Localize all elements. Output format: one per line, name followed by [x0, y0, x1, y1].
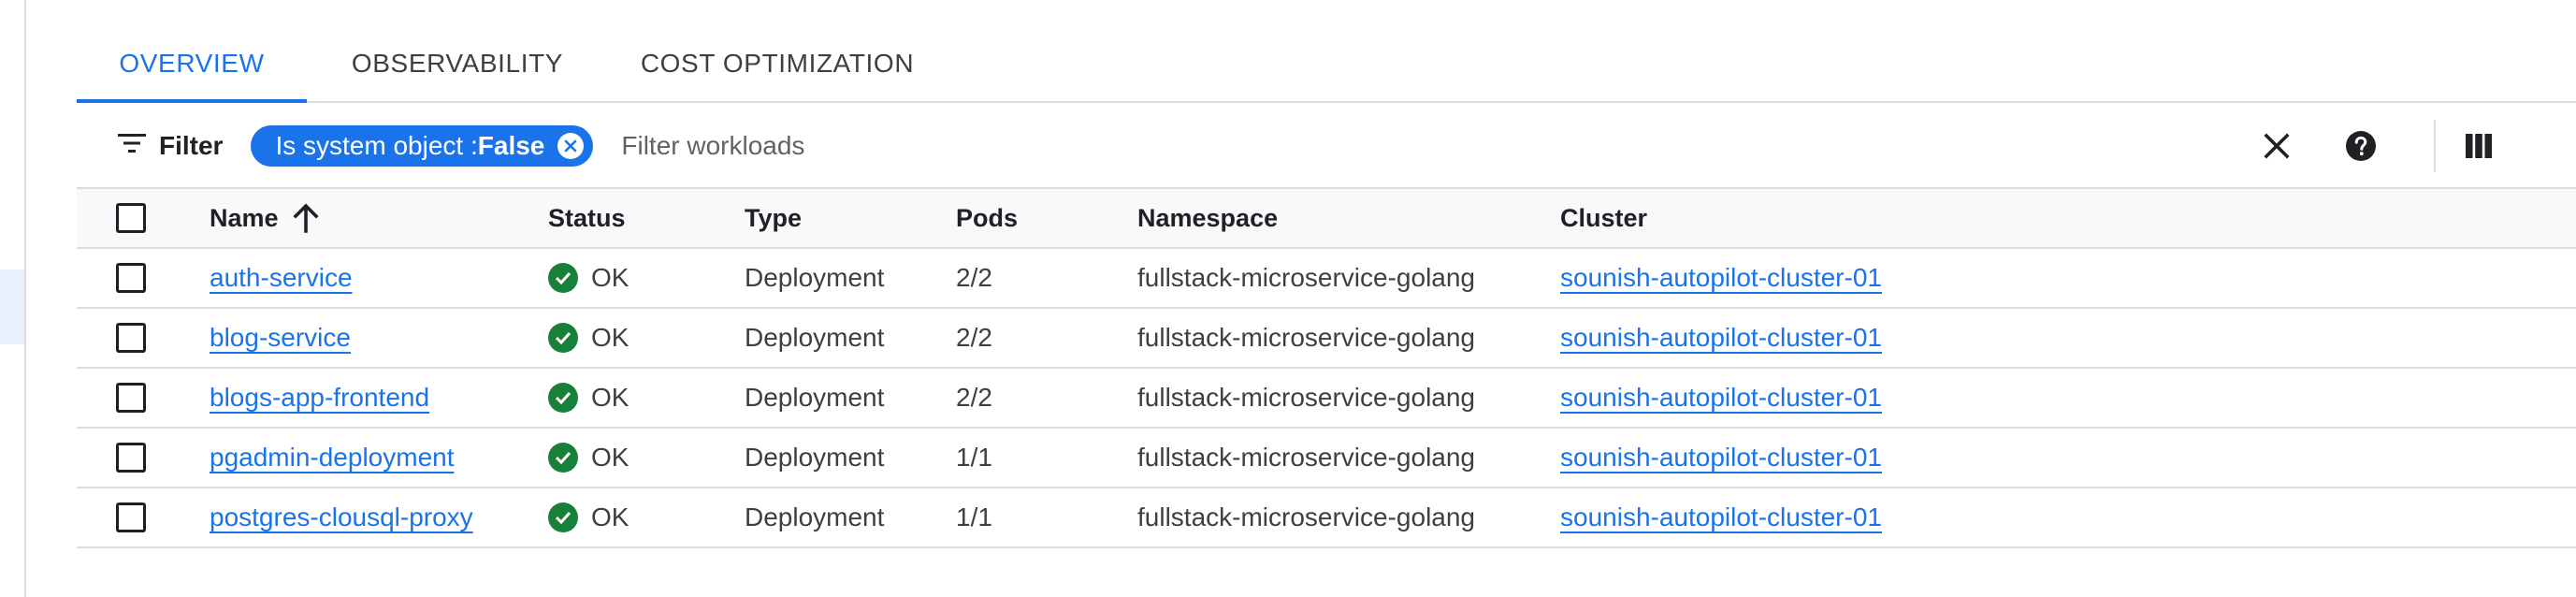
namespace-cell: fullstack-microservice-golang	[1137, 383, 1476, 412]
pods-cell: 1/1	[956, 502, 992, 531]
cluster-link[interactable]: sounish-autopilot-cluster-01	[1560, 383, 1882, 413]
workloads-table: Name Status Type Pods Namespace Cluster …	[77, 187, 2576, 548]
filter-lines-icon	[118, 131, 159, 161]
row-checkbox[interactable]	[116, 323, 146, 353]
workload-name-link[interactable]: pgadmin-deployment	[210, 443, 455, 473]
workload-name-cell: blogs-app-frontend	[210, 369, 429, 427]
column-header-type[interactable]: Type	[745, 189, 802, 247]
column-header-namespace[interactable]: Namespace	[1137, 189, 1278, 247]
workload-name-cell: blog-service	[210, 309, 351, 367]
check-circle-icon	[548, 383, 578, 413]
pods-cell: 2/2	[956, 263, 992, 292]
close-circle-icon[interactable]	[557, 133, 585, 159]
nav-selected-indicator	[0, 269, 24, 344]
cluster-cell: sounish-autopilot-cluster-01	[1560, 309, 1882, 367]
filter-toolbar: Filter Is system object : False	[77, 105, 2576, 187]
status-cell: OK	[548, 249, 629, 307]
type-cell: Deployment	[745, 323, 885, 352]
filter-chip-key: Is system object :	[275, 131, 478, 160]
tab-bar: OVERVIEW OBSERVABILITY COST OPTIMIZATION	[77, 26, 2576, 103]
filter-chip-system-object[interactable]: Is system object : False	[251, 125, 594, 167]
cluster-link[interactable]: sounish-autopilot-cluster-01	[1560, 263, 1882, 293]
filter-workloads-input[interactable]	[621, 125, 1932, 167]
workload-name-cell: pgadmin-deployment	[210, 429, 455, 487]
row-checkbox[interactable]	[116, 263, 146, 293]
toolbar-divider	[2434, 120, 2436, 172]
status-cell: OK	[548, 369, 629, 427]
tab-cost-optimization[interactable]: COST OPTIMIZATION	[608, 26, 947, 101]
table-row: blog-service OK Deployment 2/2 fullstack…	[77, 309, 2576, 369]
tab-overview[interactable]: OVERVIEW	[77, 26, 307, 103]
cluster-link[interactable]: sounish-autopilot-cluster-01	[1560, 443, 1882, 473]
row-checkbox[interactable]	[116, 383, 146, 413]
type-cell: Deployment	[745, 502, 885, 531]
workload-name-cell: auth-service	[210, 249, 353, 307]
table-row: blogs-app-frontend OK Deployment 2/2 ful…	[77, 369, 2576, 429]
arrow-up-icon[interactable]	[292, 203, 320, 233]
filter-button[interactable]: Filter	[118, 131, 223, 161]
column-header-status[interactable]: Status	[548, 189, 626, 247]
row-select-cell	[116, 429, 146, 487]
workloads-page: OVERVIEW OBSERVABILITY COST OPTIMIZATION…	[0, 0, 2576, 597]
pods-cell: 2/2	[956, 323, 992, 352]
namespace-cell: fullstack-microservice-golang	[1137, 263, 1476, 292]
table-header-row: Name Status Type Pods Namespace Cluster	[77, 187, 2576, 249]
row-select-cell	[116, 488, 146, 546]
column-header-name-label: Name	[210, 203, 279, 232]
workload-name-cell: postgres-clousql-proxy	[210, 488, 473, 546]
cluster-link[interactable]: sounish-autopilot-cluster-01	[1560, 323, 1882, 353]
workload-name-link[interactable]: blogs-app-frontend	[210, 383, 429, 413]
filter-chip-value: False	[477, 131, 545, 160]
status-text: OK	[591, 323, 630, 352]
table-row: pgadmin-deployment OK Deployment 1/1 ful…	[77, 429, 2576, 488]
check-circle-icon	[548, 323, 578, 353]
cluster-cell: sounish-autopilot-cluster-01	[1560, 369, 1882, 427]
row-checkbox[interactable]	[116, 443, 146, 473]
select-all-checkbox[interactable]	[116, 203, 146, 233]
type-cell: Deployment	[745, 263, 885, 292]
column-header-pods[interactable]: Pods	[956, 189, 1018, 247]
select-all-cell	[116, 189, 146, 247]
namespace-cell: fullstack-microservice-golang	[1137, 323, 1476, 352]
status-cell: OK	[548, 309, 629, 367]
status-cell: OK	[548, 488, 629, 546]
row-select-cell	[116, 309, 146, 367]
status-cell: OK	[548, 429, 629, 487]
namespace-cell: fullstack-microservice-golang	[1137, 502, 1476, 531]
close-icon[interactable]	[2256, 125, 2297, 167]
column-header-name[interactable]: Name	[210, 189, 320, 247]
cluster-cell: sounish-autopilot-cluster-01	[1560, 429, 1882, 487]
type-cell: Deployment	[745, 443, 885, 472]
row-select-cell	[116, 369, 146, 427]
check-circle-icon	[548, 263, 578, 293]
check-circle-icon	[548, 443, 578, 473]
table-row: postgres-clousql-proxy OK Deployment 1/1…	[77, 488, 2576, 548]
status-text: OK	[591, 383, 630, 412]
status-text: OK	[591, 263, 630, 292]
row-select-cell	[116, 249, 146, 307]
pods-cell: 1/1	[956, 443, 992, 472]
workload-name-link[interactable]: blog-service	[210, 323, 351, 353]
cluster-cell: sounish-autopilot-cluster-01	[1560, 249, 1882, 307]
tab-observability[interactable]: OBSERVABILITY	[307, 26, 608, 101]
namespace-cell: fullstack-microservice-golang	[1137, 443, 1476, 472]
status-text: OK	[591, 443, 630, 472]
pods-cell: 2/2	[956, 383, 992, 412]
check-circle-icon	[548, 502, 578, 532]
help-circle-icon[interactable]	[2340, 125, 2381, 167]
cluster-cell: sounish-autopilot-cluster-01	[1560, 488, 1882, 546]
filter-button-label: Filter	[159, 131, 224, 160]
type-cell: Deployment	[745, 383, 885, 412]
row-checkbox[interactable]	[116, 502, 146, 532]
column-header-cluster[interactable]: Cluster	[1560, 189, 1647, 247]
workload-name-link[interactable]: postgres-clousql-proxy	[210, 502, 473, 532]
workload-name-link[interactable]: auth-service	[210, 263, 353, 293]
table-row: auth-service OK Deployment 2/2 fullstack…	[77, 249, 2576, 309]
column-display-icon[interactable]	[2458, 125, 2499, 167]
cluster-link[interactable]: sounish-autopilot-cluster-01	[1560, 502, 1882, 532]
left-navigation-rail	[0, 0, 26, 597]
status-text: OK	[591, 502, 630, 531]
